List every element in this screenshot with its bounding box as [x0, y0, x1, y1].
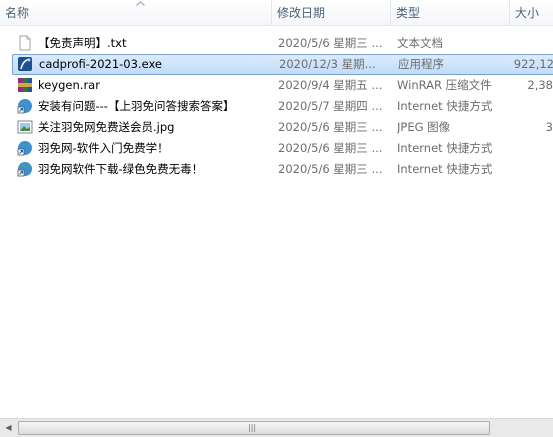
file-row[interactable]: 羽免网软件下载-绿色免费无毒！ 2020/5/6 星期三 ... Interne…: [12, 159, 553, 180]
file-date: 2020/12/3 星期...: [279, 57, 376, 71]
scroll-left-arrow-icon: ◀: [5, 423, 12, 432]
file-date: 2020/9/4 星期五 ...: [278, 78, 383, 92]
internet-shortcut-icon: [17, 161, 33, 177]
file-row[interactable]: keygen.rar 2020/9/4 星期五 ... WinRAR 压缩文件 …: [12, 75, 553, 96]
file-name: 安装有问题---【上羽免问答搜索答案】: [38, 99, 235, 113]
file-row[interactable]: 【免责声明】.txt 2020/5/6 星期三 ... 文本文档: [12, 33, 553, 54]
file-type: 文本文档: [397, 36, 443, 50]
file-name: 关注羽免网免费送会员.jpg: [38, 120, 175, 134]
file-row-selected[interactable]: cadprofi-2021-03.exe 2020/12/3 星期... 应用程…: [12, 54, 553, 75]
internet-shortcut-icon: [17, 140, 33, 156]
file-date: 2020/5/6 星期三 ...: [278, 36, 383, 50]
scrollbar-grip-icon: |||: [248, 423, 257, 432]
column-size-label: 大小: [515, 6, 540, 20]
file-name: 【免责声明】.txt: [38, 36, 127, 50]
text-file-icon: [17, 35, 33, 51]
file-size: 922,12: [513, 57, 553, 71]
column-type-header[interactable]: 类型: [391, 0, 510, 25]
file-type: Internet 快捷方式: [397, 99, 493, 113]
file-size: 3: [545, 120, 553, 134]
file-name: keygen.rar: [38, 78, 100, 92]
column-header: 名称 修改日期 类型 大小: [0, 0, 553, 26]
file-row[interactable]: 羽免网-软件入门免费学！ 2020/5/6 星期三 ... Internet 快…: [12, 138, 553, 159]
sort-ascending-icon: [136, 0, 145, 8]
file-row[interactable]: 关注羽免网免费送会员.jpg 2020/5/6 星期三 ... JPEG 图像 …: [12, 117, 553, 138]
file-date: 2020/5/7 星期四 ...: [278, 99, 383, 113]
jpeg-image-icon: [17, 119, 33, 135]
file-size: [509, 159, 553, 180]
file-date: 2020/5/6 星期三 ...: [278, 120, 383, 134]
horizontal-scrollbar[interactable]: ◀ |||: [0, 418, 553, 437]
file-type: Internet 快捷方式: [397, 141, 493, 155]
exe-app-icon: [17, 56, 33, 72]
file-type: WinRAR 压缩文件: [397, 78, 492, 92]
file-size: [509, 96, 553, 117]
file-type: 应用程序: [398, 57, 444, 71]
rar-archive-icon: [17, 77, 33, 93]
file-type: Internet 快捷方式: [397, 162, 493, 176]
column-date-header[interactable]: 修改日期: [272, 0, 391, 25]
scrollbar-thumb[interactable]: |||: [18, 421, 490, 435]
file-date: 2020/5/6 星期三 ...: [278, 141, 383, 155]
file-type: JPEG 图像: [397, 120, 451, 134]
file-name: cadprofi-2021-03.exe: [39, 57, 162, 71]
internet-shortcut-icon: [17, 98, 33, 114]
column-type-label: 类型: [396, 6, 421, 20]
file-row[interactable]: 安装有问题---【上羽免问答搜索答案】 2020/5/7 星期四 ... Int…: [12, 96, 553, 117]
file-size: 2,38: [527, 78, 553, 92]
column-size-header[interactable]: 大小: [510, 0, 553, 25]
scroll-left-button[interactable]: ◀: [0, 420, 17, 436]
file-date: 2020/5/6 星期三 ...: [278, 162, 383, 176]
column-date-label: 修改日期: [277, 6, 326, 20]
file-name: 羽免网-软件入门免费学！: [38, 141, 169, 155]
file-size: [509, 138, 553, 159]
file-name: 羽免网软件下载-绿色免费无毒！: [38, 162, 204, 176]
file-size: [509, 33, 553, 54]
column-name-label: 名称: [5, 6, 30, 20]
